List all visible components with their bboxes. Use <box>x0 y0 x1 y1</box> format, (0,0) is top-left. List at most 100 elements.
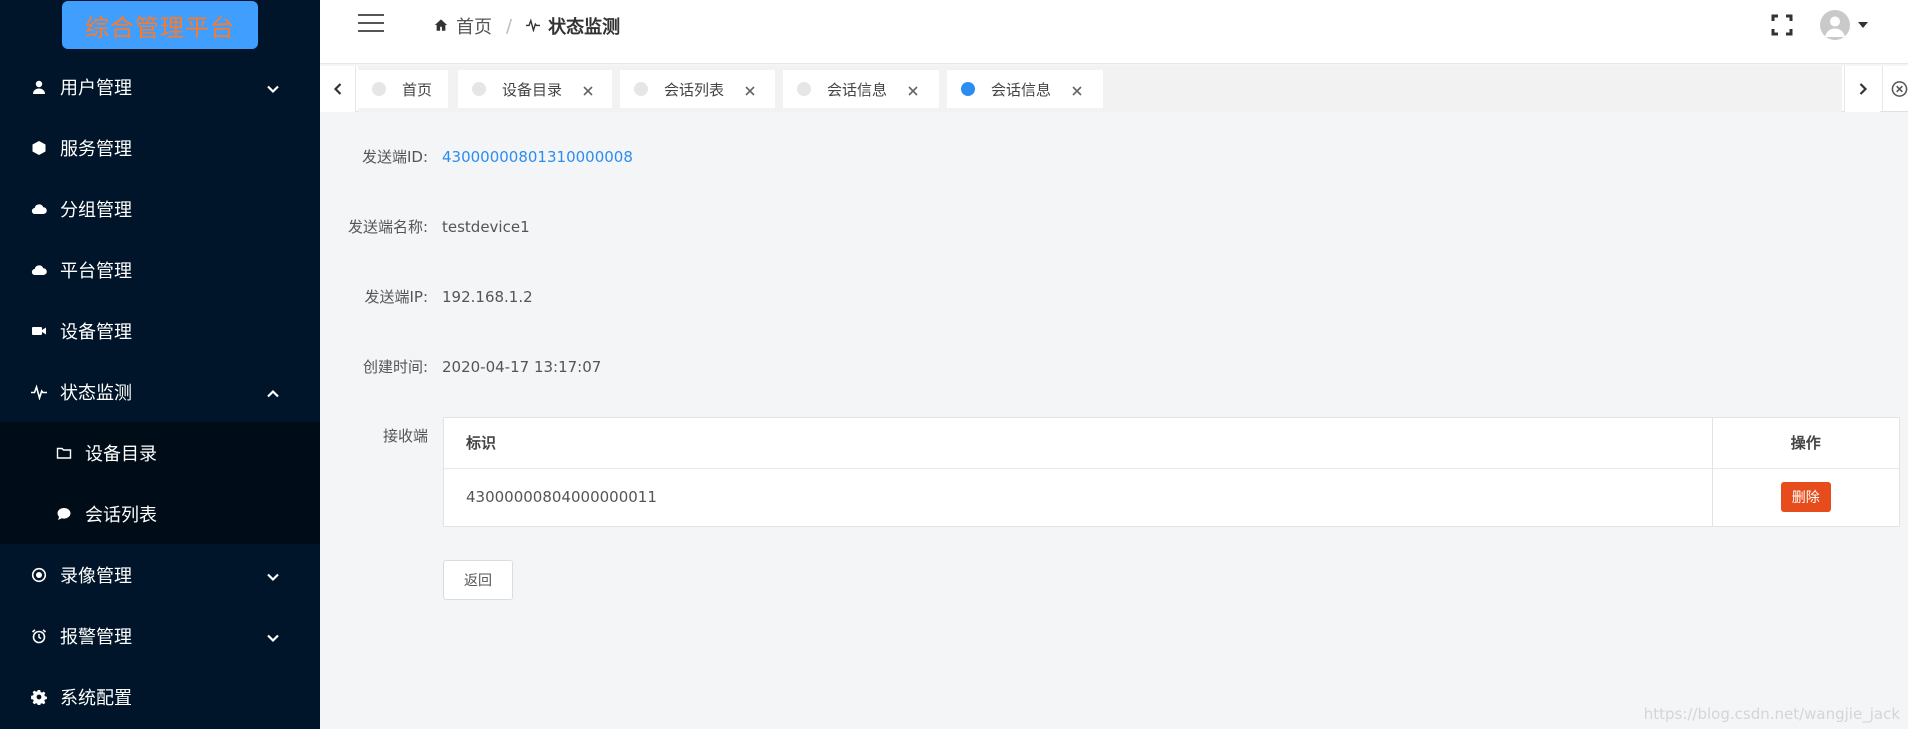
field-label: 发送端IP: <box>364 288 428 306</box>
tag-home[interactable]: 首页 <box>358 70 448 108</box>
close-all-tags-button[interactable] <box>1882 66 1908 112</box>
sidebar-item-label: 报警管理 <box>60 626 132 648</box>
caret-down-icon[interactable] <box>1858 22 1868 28</box>
pulse-icon <box>30 383 48 401</box>
delete-button[interactable]: 删除 <box>1780 482 1831 513</box>
chevron-down-icon <box>266 80 280 94</box>
tag-label: 首页 <box>402 80 433 99</box>
sidebar-subitem-session-list[interactable]: 会话列表 <box>0 483 320 544</box>
tag-session-info[interactable]: 会话信息 <box>783 70 939 108</box>
field-label: 发送端ID: <box>361 148 428 166</box>
cloud-icon <box>30 200 48 218</box>
close-icon[interactable] <box>744 83 756 96</box>
sidebar-menu: 用户管理 服务管理 分组管理 平台管理 设备管理 状态监测 <box>0 56 320 422</box>
tag-session-info-active[interactable]: 会话信息 <box>947 70 1103 108</box>
sidebar: 综合管理平台 用户管理 服务管理 分组管理 平台管理 设备管理 状态监测 设备目… <box>0 0 320 729</box>
video-camera-icon <box>30 322 48 340</box>
logo-area: 综合管理平台 <box>0 0 320 56</box>
back-button[interactable]: 返回 <box>443 560 513 600</box>
gear-icon <box>30 688 48 706</box>
tag-status-dot <box>472 82 486 96</box>
sidebar-item-label: 录像管理 <box>60 565 132 587</box>
sidebar-item-group-management[interactable]: 分组管理 <box>0 178 320 239</box>
sidebar-item-label: 会话列表 <box>85 504 157 526</box>
sidebar-item-service-management[interactable]: 服务管理 <box>0 117 320 178</box>
field-sender-ip: 发送端IP: 192.168.1.2 <box>320 286 533 307</box>
top-header: 首页 / 状态监测 <box>320 0 1908 64</box>
tag-status-dot <box>634 82 648 96</box>
sidebar-item-device-management[interactable]: 设备管理 <box>0 300 320 361</box>
field-label: 发送端名称: <box>347 218 428 236</box>
table-row: 43000000804000000011 删除 <box>444 468 1899 526</box>
sidebar-item-label: 设备管理 <box>60 321 132 343</box>
cloud-icon <box>30 261 48 279</box>
field-sender-id: 发送端ID: 43000000801310000008 <box>320 146 633 167</box>
tag-status-dot <box>372 82 386 96</box>
sidebar-item-platform-management[interactable]: 平台管理 <box>0 239 320 300</box>
receiver-id-cell: 43000000804000000011 <box>466 488 657 507</box>
chevron-down-icon <box>266 629 280 643</box>
sidebar-item-label: 分组管理 <box>60 199 132 221</box>
tag-label: 设备目录 <box>502 80 563 99</box>
close-icon[interactable] <box>907 83 919 96</box>
column-header-action: 操作 <box>1711 418 1899 469</box>
sidebar-item-label: 设备目录 <box>85 443 157 465</box>
home-icon <box>434 16 456 37</box>
record-icon <box>30 566 48 584</box>
close-circle-icon <box>1891 81 1908 97</box>
field-sender-name: 发送端名称: testdevice1 <box>320 216 530 237</box>
tag-status-dot <box>961 82 975 96</box>
breadcrumb-separator: / <box>506 15 513 37</box>
sidebar-submenu-status: 设备目录 会话列表 <box>0 422 320 544</box>
tag-session-list[interactable]: 会话列表 <box>620 70 775 108</box>
chevron-down-icon <box>266 568 280 582</box>
sender-id-link[interactable]: 43000000801310000008 <box>442 148 633 166</box>
sidebar-item-label: 系统配置 <box>60 687 132 709</box>
close-icon[interactable] <box>582 83 594 96</box>
sidebar-item-recording-management[interactable]: 录像管理 <box>0 544 320 605</box>
logo[interactable]: 综合管理平台 <box>62 1 258 49</box>
receiver-label: 接收端 <box>382 427 428 445</box>
folder-icon <box>55 444 73 462</box>
field-label: 创建时间: <box>362 358 428 376</box>
hamburger-menu-icon[interactable] <box>358 14 384 34</box>
scroll-left-button[interactable] <box>320 66 356 112</box>
chevron-left-icon <box>333 83 341 95</box>
chevron-up-icon <box>266 385 280 399</box>
action-cell: 删除 <box>1711 468 1899 526</box>
table-header-row: 标识 操作 <box>444 418 1899 469</box>
scroll-right-button[interactable] <box>1844 66 1880 112</box>
user-icon <box>30 78 48 96</box>
sidebar-item-label: 服务管理 <box>60 138 132 160</box>
session-detail-content: 发送端ID: 43000000801310000008 发送端名称: testd… <box>320 113 1908 729</box>
tag-label: 会话信息 <box>991 80 1052 99</box>
chat-icon <box>55 505 73 523</box>
sidebar-item-alarm-management[interactable]: 报警管理 <box>0 605 320 666</box>
sender-ip-value: 192.168.1.2 <box>442 287 533 306</box>
sidebar-item-label: 用户管理 <box>60 77 132 99</box>
sidebar-item-system-config[interactable]: 系统配置 <box>0 666 320 727</box>
sidebar-item-user-management[interactable]: 用户管理 <box>0 56 320 117</box>
receiver-table: 标识 操作 43000000804000000011 删除 <box>443 417 1900 527</box>
chevron-right-icon <box>1859 83 1867 95</box>
sidebar-menu-lower: 录像管理 报警管理 系统配置 <box>0 544 320 727</box>
close-icon[interactable] <box>1071 83 1083 96</box>
field-created-time: 创建时间: 2020-04-17 13:17:07 <box>320 356 601 377</box>
tag-label: 会话信息 <box>827 80 888 99</box>
tag-device-catalog[interactable]: 设备目录 <box>458 70 612 108</box>
breadcrumb-current: 状态监测 <box>548 17 621 38</box>
tags-view-bar: 首页 设备目录 会话列表 会话信息 会话信息 <box>320 66 1908 112</box>
header-actions <box>1770 10 1868 40</box>
sender-name-value: testdevice1 <box>442 217 530 236</box>
fullscreen-icon[interactable] <box>1770 13 1794 37</box>
watermark: https://blog.csdn.net/wangjie_jack <box>1643 705 1900 723</box>
tag-status-dot <box>797 82 811 96</box>
sidebar-subitem-device-catalog[interactable]: 设备目录 <box>0 422 320 483</box>
tag-label: 会话列表 <box>664 80 725 99</box>
alarm-clock-icon <box>30 627 48 645</box>
breadcrumb-home[interactable]: 首页 <box>456 13 492 39</box>
avatar[interactable] <box>1820 10 1850 40</box>
sidebar-item-status-monitoring[interactable]: 状态监测 <box>0 361 320 422</box>
column-header-id: 标识 <box>444 418 1712 469</box>
tags-track: 首页 设备目录 会话列表 会话信息 会话信息 <box>358 66 1842 112</box>
